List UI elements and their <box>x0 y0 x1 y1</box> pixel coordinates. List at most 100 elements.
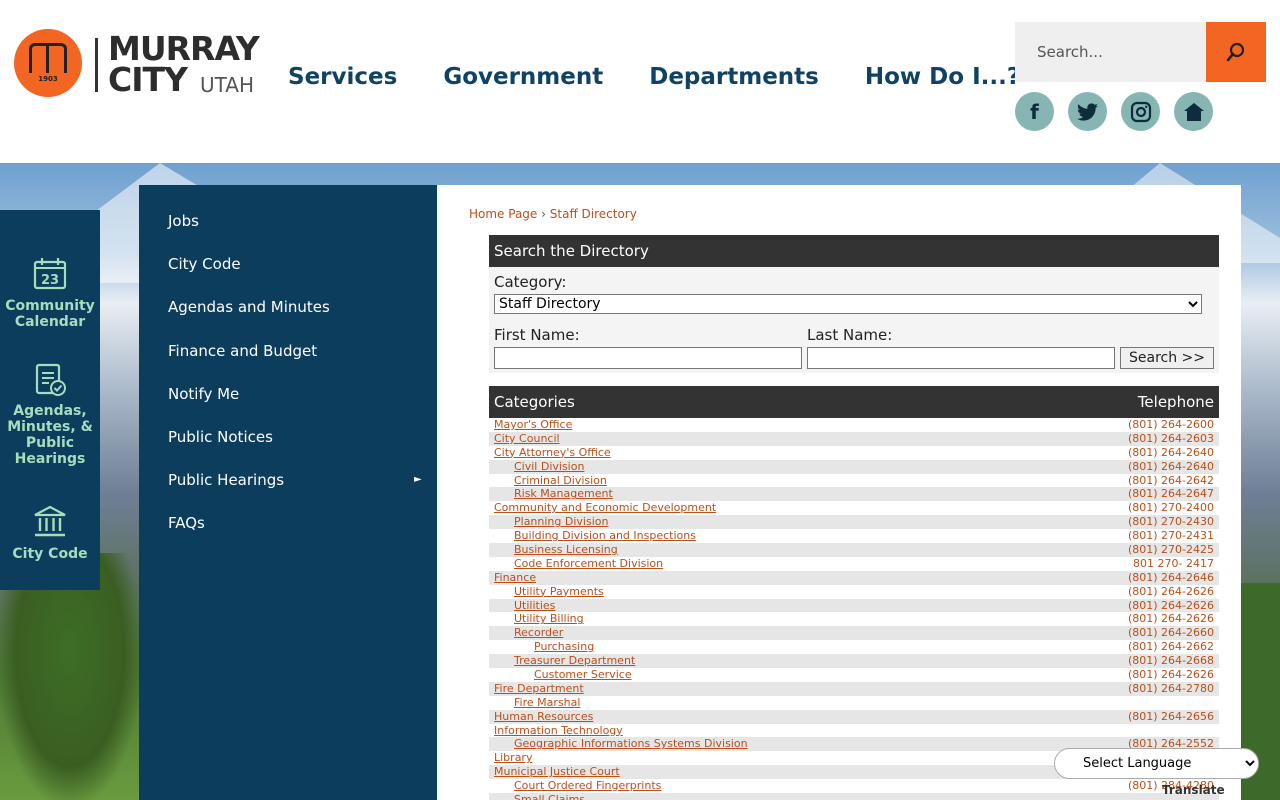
category-link[interactable]: Finance <box>494 571 536 585</box>
facebook-link[interactable]: f <box>1015 92 1054 131</box>
submenu-arrow-icon[interactable]: ► <box>414 474 422 485</box>
quick-link-agendas[interactable]: Agendas, Minutes, & Public Hearings <box>0 361 100 467</box>
category-telephone: (801) 264-2640 <box>1127 459 1214 473</box>
main-content: Home Page › Staff Directory Search the D… <box>437 185 1241 800</box>
table-row: Court Ordered Fingerprints (801) 284-4280 <box>489 779 1219 793</box>
quick-links-bar: 23 Community Calendar Agendas, Minutes, … <box>0 210 100 590</box>
side-menu-agendas-minutes[interactable]: Agendas and Minutes <box>168 298 330 316</box>
facebook-icon: f <box>1030 99 1039 124</box>
side-menu-faqs[interactable]: FAQs <box>168 514 205 532</box>
search-icon <box>1226 42 1245 62</box>
table-row: Fire Marshal <box>489 696 1219 710</box>
instagram-link[interactable] <box>1121 92 1160 131</box>
twitter-link[interactable] <box>1068 92 1107 131</box>
category-link[interactable]: Purchasing <box>534 640 594 654</box>
category-link[interactable]: Utility Payments <box>514 585 604 599</box>
categories-header: Categories Telephone <box>489 386 1219 418</box>
table-row: Utilities (801) 264-2626 <box>489 598 1219 613</box>
category-link[interactable]: Planning Division <box>514 515 608 529</box>
table-row: Criminal Division (801) 264-2642 <box>489 474 1219 488</box>
nextdoor-link[interactable] <box>1174 92 1213 131</box>
logo-divider <box>95 38 98 92</box>
logo-text-utah: UTAH <box>200 73 255 97</box>
categories-table: Categories Telephone Mayor's Office (801)… <box>489 386 1219 800</box>
category-telephone: (801) 264-2626 <box>1127 584 1214 598</box>
last-name-label: Last Name: <box>807 326 893 344</box>
table-row: Business Licensing (801) 270-2425 <box>489 543 1219 557</box>
nav-government[interactable]: Government <box>443 64 603 90</box>
category-link[interactable]: Risk Management <box>514 487 613 501</box>
clipboard-check-icon <box>35 363 66 396</box>
category-telephone: (801) 264-2640 <box>1127 445 1214 459</box>
language-select[interactable]: Select Language <box>1054 748 1259 779</box>
logo-text-city[interactable]: CITY <box>108 63 188 97</box>
category-select[interactable]: Staff Directory <box>494 294 1202 314</box>
category-telephone: (801) 264-2656 <box>1127 709 1214 723</box>
main-navigation: Services Government Departments How Do I… <box>288 64 1066 90</box>
category-link[interactable]: Small Claims <box>514 793 585 800</box>
category-link[interactable]: Municipal Justice Court <box>494 765 620 779</box>
calendar-icon: 23 <box>33 258 67 290</box>
category-link[interactable]: Utility Billing <box>514 612 584 626</box>
category-link[interactable]: Utilities <box>514 599 555 613</box>
side-menu-public-hearings[interactable]: Public Hearings <box>168 471 284 489</box>
category-link[interactable]: Court Ordered Fingerprints <box>514 779 661 793</box>
category-telephone: (801) 264-2662 <box>1127 640 1214 654</box>
breadcrumb-home[interactable]: Home Page <box>469 207 537 221</box>
directory-search-button[interactable]: Search >> <box>1120 347 1214 369</box>
nav-services[interactable]: Services <box>288 64 397 90</box>
category-link[interactable]: Business Licensing <box>514 543 618 557</box>
category-label: Category: <box>494 273 567 291</box>
breadcrumb-current[interactable]: Staff Directory <box>550 207 637 221</box>
nav-how-do-i[interactable]: How Do I...? <box>865 64 1020 90</box>
category-link[interactable]: Customer Service <box>534 668 632 682</box>
category-link[interactable]: Building Division and Inspections <box>514 529 696 543</box>
last-name-input[interactable] <box>807 347 1115 369</box>
categories-rows: Mayor's Office (801) 264-2600 City Council… <box>489 418 1219 800</box>
side-menu: Jobs City Code Agendas and Minutes Finan… <box>139 185 437 800</box>
category-link[interactable]: Geographic Informations Systems Division <box>514 737 748 751</box>
side-menu-public-notices[interactable]: Public Notices <box>168 428 273 446</box>
category-link[interactable]: City Attorney's Office <box>494 446 611 460</box>
category-telephone: (801) 270-2431 <box>1127 529 1214 543</box>
table-row: City Attorney's Office (801) 264-2640 <box>489 446 1219 460</box>
category-telephone: (801) 264-2626 <box>1127 668 1214 682</box>
category-link[interactable]: City Council <box>494 432 560 446</box>
category-link[interactable]: Treasurer Department <box>514 654 635 668</box>
table-row: Code Enforcement Division 801 270- 2417 <box>489 557 1219 571</box>
side-menu-notify-me[interactable]: Notify Me <box>168 385 239 403</box>
category-link[interactable]: Library <box>494 751 532 765</box>
quick-link-community-calendar[interactable]: 23 Community Calendar <box>0 256 100 330</box>
category-link[interactable]: Recorder <box>514 626 563 640</box>
category-link[interactable]: Fire Marshal <box>514 696 580 710</box>
category-link[interactable]: Criminal Division <box>514 474 607 488</box>
side-menu-finance-budget[interactable]: Finance and Budget <box>168 342 317 360</box>
category-link[interactable]: Mayor's Office <box>494 418 572 432</box>
table-row: Community and Economic Development (801) … <box>489 501 1219 515</box>
table-row: Human Resources (801) 264-2656 <box>489 709 1219 724</box>
nav-departments[interactable]: Departments <box>649 64 819 90</box>
site-search-input[interactable] <box>1015 22 1206 82</box>
category-link[interactable]: Human Resources <box>494 710 593 724</box>
directory-search-title: Search the Directory <box>489 235 1219 267</box>
calendar-day: 23 <box>41 273 59 288</box>
city-logo-emblem[interactable]: 1903 <box>14 29 82 97</box>
table-row: City Council (801) 264-2603 <box>489 431 1219 446</box>
table-row: Fire Department (801) 264-2780 <box>489 681 1219 696</box>
site-search-button[interactable] <box>1206 22 1266 82</box>
first-name-input[interactable] <box>494 347 802 369</box>
category-link[interactable]: Information Technology <box>494 724 623 738</box>
quick-link-city-code[interactable]: City Code <box>0 504 100 562</box>
category-link[interactable]: Fire Department <box>494 682 584 696</box>
category-link[interactable]: Community and Economic Development <box>494 501 716 515</box>
category-telephone: (801) 264-2780 <box>1127 681 1214 695</box>
side-menu-jobs[interactable]: Jobs <box>168 212 199 230</box>
category-telephone: (801) 264-2603 <box>1127 431 1214 445</box>
category-link[interactable]: Code Enforcement Division <box>514 557 663 571</box>
breadcrumb-separator: › <box>541 207 546 221</box>
instagram-icon <box>1130 101 1151 122</box>
directory-search-panel: Search the Directory Category: Staff Dir… <box>489 235 1219 373</box>
table-row: Information Technology <box>489 724 1219 738</box>
category-link[interactable]: Civil Division <box>514 460 584 474</box>
side-menu-city-code[interactable]: City Code <box>168 255 241 273</box>
